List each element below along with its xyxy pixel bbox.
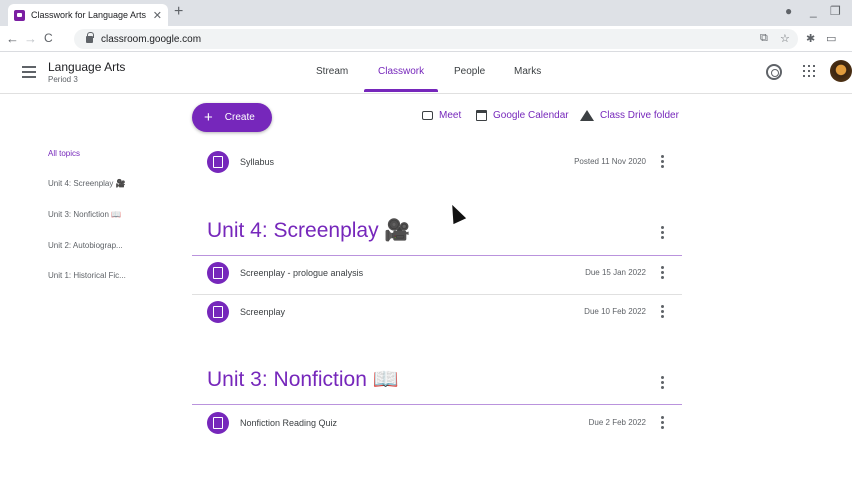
syllabus-row[interactable]: Syllabus Posted 11 Nov 2020 <box>192 143 682 183</box>
mouse-cursor-icon <box>445 201 467 225</box>
unit-4-more-options-icon[interactable] <box>661 226 664 241</box>
browser-tab-strip: Classwork for Language Arts Pe ✕ + ● _ ❐ <box>0 0 852 26</box>
more-options-icon[interactable] <box>661 416 664 431</box>
sidebar-item-unit-4[interactable]: Unit 4: Screenplay 🎥 <box>48 179 126 188</box>
assignment-icon <box>207 301 229 323</box>
profile-icon[interactable]: ● <box>785 4 792 18</box>
item-title: Syllabus <box>240 157 275 167</box>
assignment-icon <box>207 412 229 434</box>
assignment-row[interactable]: Screenplay Due 10 Feb 2022 <box>192 293 682 333</box>
browser-tab-title: Classwork for Language Arts Pe <box>31 10 149 20</box>
unit-3-more-options-icon[interactable] <box>661 376 664 391</box>
settings-gear-icon[interactable] <box>766 64 782 80</box>
class-name[interactable]: Language Arts <box>48 60 125 74</box>
sidebar-item-unit-1[interactable]: Unit 1: Historical Fic... <box>48 271 126 280</box>
calendar-label: Google Calendar <box>493 110 569 121</box>
video-camera-icon <box>422 111 433 120</box>
assignment-row[interactable]: Nonfiction Reading Quiz Due 2 Feb 2022 <box>192 404 682 444</box>
reload-button[interactable]: C <box>44 31 53 45</box>
create-label: Create <box>224 112 255 123</box>
bookmark-star-icon[interactable]: ☆ <box>780 32 790 45</box>
item-due-date: Due 2 Feb 2022 <box>588 418 646 427</box>
google-apps-icon[interactable] <box>803 65 815 77</box>
cast-icon[interactable]: ▭ <box>826 32 836 45</box>
classroom-favicon-icon <box>14 9 25 21</box>
url-text: classroom.google.com <box>101 33 202 45</box>
google-calendar-link[interactable]: Google Calendar <box>476 110 569 121</box>
active-tab-indicator <box>364 89 438 92</box>
main-menu-icon[interactable] <box>22 66 36 78</box>
restore-icon[interactable]: ❐ <box>830 4 841 18</box>
close-tab-icon[interactable]: ✕ <box>153 9 162 22</box>
address-bar[interactable]: classroom.google.com <box>74 29 798 49</box>
material-icon <box>207 151 229 173</box>
calendar-icon <box>476 110 487 121</box>
plus-icon: + <box>204 109 213 126</box>
item-title: Nonfiction Reading Quiz <box>240 418 338 428</box>
more-options-icon[interactable] <box>661 305 664 320</box>
forward-button[interactable]: → <box>24 31 37 46</box>
item-due-date: Due 10 Feb 2022 <box>584 307 646 316</box>
more-options-icon[interactable] <box>661 266 664 281</box>
lock-icon <box>86 31 94 43</box>
tab-people[interactable]: People <box>454 66 485 94</box>
item-title: Screenplay - prologue analysis <box>240 268 364 278</box>
item-due-date: Due 15 Jan 2022 <box>585 268 646 277</box>
assignment-icon <box>207 262 229 284</box>
drive-label: Class Drive folder <box>600 110 679 121</box>
classroom-header: Language Arts Period 3 Stream Classwork … <box>0 52 852 94</box>
more-options-icon[interactable] <box>661 155 664 170</box>
meet-label: Meet <box>439 110 462 121</box>
tab-marks[interactable]: Marks <box>514 66 541 94</box>
create-button[interactable]: + Create <box>192 103 272 132</box>
new-tab-button[interactable]: + <box>174 3 183 21</box>
item-meta: Posted 11 Nov 2020 <box>574 157 646 166</box>
tab-stream[interactable]: Stream <box>316 66 348 94</box>
extensions-icon[interactable]: ✱ <box>806 32 815 45</box>
class-period: Period 3 <box>48 75 78 84</box>
sidebar-item-all-topics[interactable]: All topics <box>48 149 80 158</box>
avatar[interactable] <box>830 60 852 82</box>
browser-tab[interactable]: Classwork for Language Arts Pe ✕ <box>8 4 168 26</box>
unit-4-title: Unit 4: Screenplay 🎥 <box>207 219 411 242</box>
unit-3-title: Unit 3: Nonfiction 📖 <box>207 368 399 391</box>
drive-icon <box>580 110 594 121</box>
open-in-window-icon[interactable]: ⧉ <box>760 32 768 45</box>
sidebar-item-unit-3[interactable]: Unit 3: Nonfiction 📖 <box>48 210 121 219</box>
sidebar-item-unit-2[interactable]: Unit 2: Autobiograp... <box>48 241 123 250</box>
item-title: Screenplay <box>240 307 286 317</box>
back-button[interactable]: ← <box>6 31 19 46</box>
browser-toolbar: ← → C classroom.google.com ⧉ ☆ ✱ ▭ <box>0 26 852 52</box>
class-drive-folder-link[interactable]: Class Drive folder <box>580 110 679 121</box>
meet-link[interactable]: Meet <box>422 110 461 121</box>
assignment-row[interactable]: Screenplay - prologue analysis Due 15 Ja… <box>192 254 682 294</box>
minimize-icon[interactable]: _ <box>810 4 817 18</box>
